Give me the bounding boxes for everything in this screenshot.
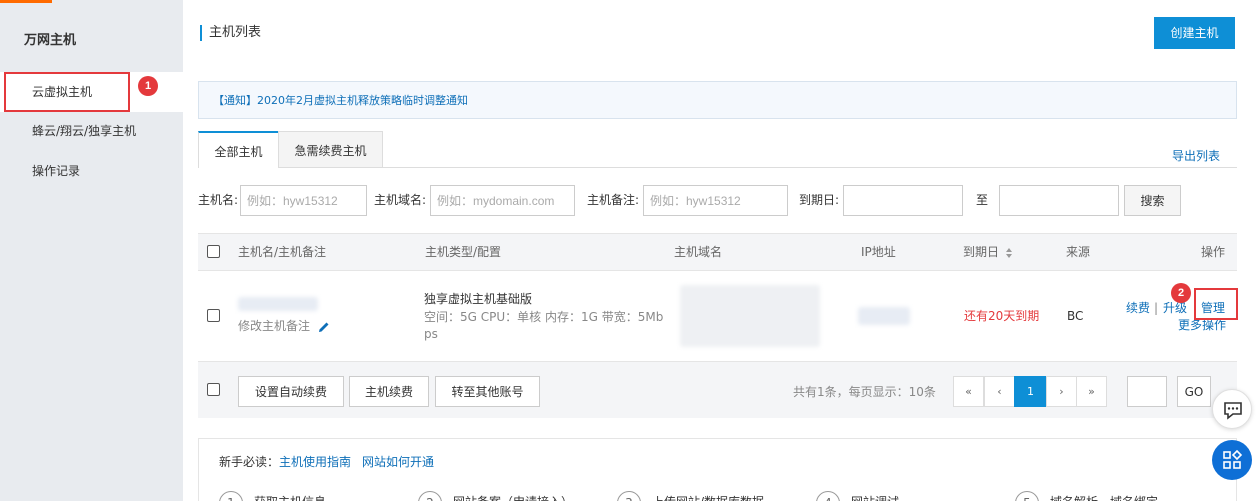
export-list-link[interactable]: 导出列表 [1172, 147, 1220, 164]
host-name-input[interactable] [240, 185, 367, 216]
page-go-button[interactable]: GO [1177, 376, 1211, 407]
footer-select-all-checkbox[interactable] [207, 383, 220, 396]
redacted-ip [858, 307, 910, 325]
expire-date-label: 到期日: [799, 193, 840, 207]
create-host-button[interactable]: 创建主机 [1154, 17, 1235, 49]
tab-urgent-renewal[interactable]: 急需续费主机 [278, 131, 383, 168]
row-checkbox[interactable] [207, 309, 220, 322]
redacted-host-name [238, 297, 318, 311]
step1-badge: 1 [138, 76, 158, 96]
auto-renew-button[interactable]: 设置自动续费 [238, 376, 344, 407]
expire-end-input[interactable] [999, 185, 1119, 216]
sort-icon[interactable] [1005, 247, 1013, 259]
col-ip: IP地址 [861, 245, 896, 259]
pager-page-1[interactable]: 1 [1014, 376, 1047, 407]
col-host-type: 主机类型/配置 [425, 245, 502, 259]
guide-step-4-text: 网站调试 [851, 493, 899, 501]
table-row: 修改主机备注 独享虚拟主机基础版 空间：5G CPU：单核 内存：1G 带宽：5… [198, 270, 1237, 362]
highlight-box-step1 [4, 72, 130, 112]
col-expire-date[interactable]: 到期日 [963, 234, 1013, 271]
table-header: 主机名/主机备注 主机类型/配置 主机域名 IP地址 到期日 来源 操作 [198, 233, 1237, 270]
date-range-to-label: 至 [976, 193, 989, 207]
renew-link[interactable]: 续费 [1126, 300, 1150, 317]
pager-prev-button[interactable]: ‹ [984, 376, 1015, 407]
guide-label: 新手必读： [219, 455, 280, 469]
pager-first-button[interactable]: « [953, 376, 984, 407]
domain-input[interactable] [430, 185, 575, 216]
host-config-line1: 空间：5G CPU：单核 内存：1G 带宽：5Mb [424, 310, 664, 324]
edit-remark-link[interactable]: 修改主机备注 [238, 318, 330, 335]
col-host-name: 主机名/主机备注 [238, 245, 327, 259]
host-name-label: 主机名: [198, 193, 239, 207]
pager-last-button[interactable]: » [1076, 376, 1107, 407]
host-renew-button[interactable]: 主机续费 [349, 376, 429, 407]
domain-label: 主机域名: [374, 193, 427, 207]
transfer-account-button[interactable]: 转至其他账号 [435, 376, 540, 407]
col-actions: 操作 [1201, 245, 1226, 259]
tabs-divider [383, 167, 1237, 168]
guide-step-3-text: 上传网站/数据库数据 [652, 493, 764, 501]
highlight-box-step2 [1194, 288, 1238, 320]
notice-link[interactable]: 【通知】2020年2月虚拟主机释放策略临时调整通知 [213, 82, 468, 120]
guide-link-open-site[interactable]: 网站如何开通 [362, 454, 434, 471]
edit-remark-label: 修改主机备注 [238, 319, 311, 333]
host-type: 独享虚拟主机基础版 [424, 292, 533, 306]
col-domain: 主机域名 [674, 245, 723, 259]
remark-input[interactable] [643, 185, 788, 216]
guide-step-5-text: 域名解析、域名绑定 [1050, 493, 1158, 501]
host-config-line2: ps [424, 327, 438, 341]
sidebar-item-dedicated-host[interactable]: 蜂云/翔云/独享主机 [0, 111, 183, 151]
beginner-guide-panel [198, 438, 1237, 501]
notice-bar: 【通知】2020年2月虚拟主机释放策略临时调整通知 [198, 81, 1237, 119]
page-jump-input[interactable] [1127, 376, 1167, 407]
sidebar: 万网主机 云虚拟主机 蜂云/翔云/独享主机 操作记录 [0, 0, 183, 501]
chat-icon [1224, 402, 1242, 420]
guide-step-1-text: 获取主机信息 [254, 493, 326, 501]
step2-badge: 2 [1171, 283, 1191, 303]
tab-all-hosts[interactable]: 全部主机 [198, 131, 279, 168]
sidebar-item-operation-log[interactable]: 操作记录 [0, 151, 183, 191]
pager-next-button[interactable]: › [1046, 376, 1077, 407]
expire-start-input[interactable] [843, 185, 963, 216]
page-title: 主机列表 [200, 25, 261, 41]
guide-step-2-text: 网站备案（申请接入） [453, 493, 573, 501]
brand-accent-bar [0, 0, 52, 3]
apps-float-button[interactable] [1212, 440, 1252, 480]
col-source: 来源 [1066, 245, 1091, 259]
host-source: BC [1067, 309, 1084, 323]
pencil-icon[interactable] [318, 321, 330, 333]
redacted-domain [680, 285, 820, 347]
action-separator: | [1154, 301, 1159, 315]
expire-status: 还有20天到期 [964, 309, 1040, 323]
remark-label: 主机备注: [587, 193, 640, 207]
search-button[interactable]: 搜索 [1124, 185, 1181, 216]
guide-link-usage[interactable]: 主机使用指南 [279, 454, 351, 471]
pagination-summary: 共有1条，每页显示：10条 [793, 385, 936, 399]
apps-grid-icon [1223, 449, 1243, 469]
col-expire-date-label: 到期日 [963, 245, 1000, 259]
chat-float-button[interactable] [1212, 389, 1252, 429]
sidebar-brand: 万网主机 [24, 33, 77, 48]
select-all-checkbox[interactable] [207, 245, 220, 258]
